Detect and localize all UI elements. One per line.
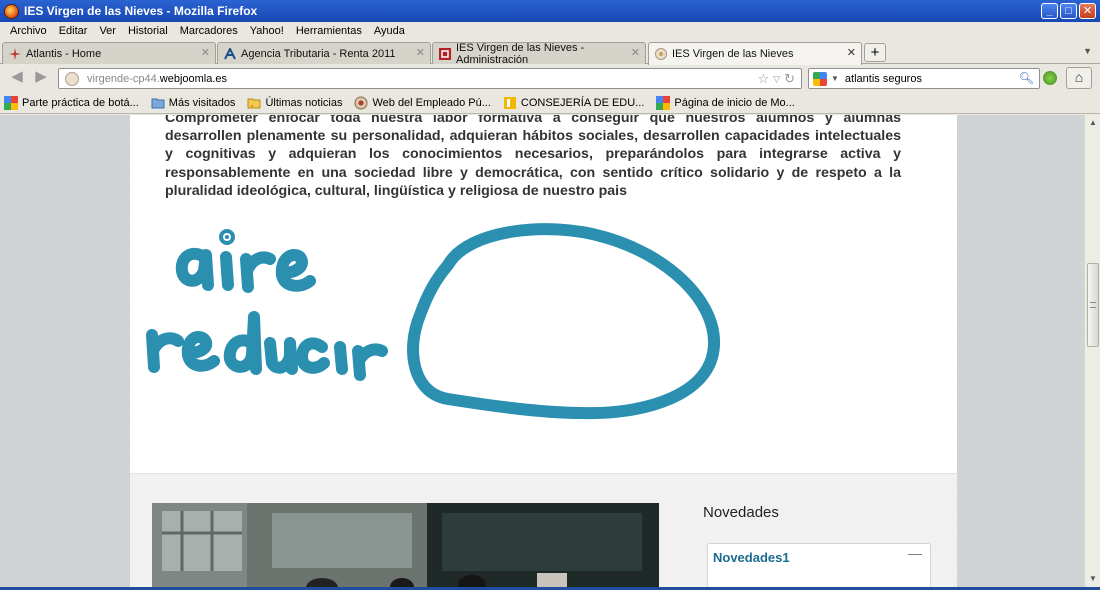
navigation-bar: ◀ ▶ virgende-cp44. webjoomla.es ☆ ▽ ↻ ▼ a… xyxy=(0,64,1100,92)
close-tab-icon[interactable]: ✕ xyxy=(201,46,210,59)
ink-strokes xyxy=(146,223,721,420)
close-tab-icon[interactable]: ✕ xyxy=(631,46,640,59)
grip-icon xyxy=(1090,302,1096,308)
page-content: Comprometer enfocar toda nuestra labor f… xyxy=(130,115,957,587)
close-tab-icon[interactable]: ✕ xyxy=(847,46,856,59)
news-module: Novedades1 — xyxy=(707,543,931,587)
bookmark-label: Últimas noticias xyxy=(265,96,343,109)
tab-agencia-tributaria[interactable]: Agencia Tributaria - Renta 2011 ✕ xyxy=(217,42,431,64)
classroom-photo[interactable] xyxy=(152,503,659,587)
consejeria-icon xyxy=(503,96,516,109)
bookmark-label: CONSEJERÍA DE EDU... xyxy=(520,96,645,109)
bookmark-parte-practica[interactable]: Parte práctica de botá... xyxy=(4,95,139,110)
bookmark-label: Página de inicio de Mo... xyxy=(674,96,795,109)
scroll-up-icon[interactable]: ▲ xyxy=(1087,117,1099,129)
window-title: IES Virgen de las Nieves - Mozilla Firef… xyxy=(24,4,258,18)
tab-bar: Atlantis - Home ✕ Agencia Tributaria - R… xyxy=(0,40,1100,66)
ink-u xyxy=(264,337,298,375)
bookmark-label: Parte práctica de botá... xyxy=(22,96,139,109)
ink-r2 xyxy=(146,329,184,373)
menu-archivo[interactable]: Archivo xyxy=(4,25,53,37)
tab-label: Atlantis - Home xyxy=(26,47,102,60)
url-prefix: virgende-cp44. xyxy=(87,72,160,85)
home-button[interactable]: ⌂ xyxy=(1066,67,1092,89)
ink-a1 xyxy=(175,247,214,291)
ink-r3 xyxy=(352,343,388,381)
google-icon xyxy=(656,95,671,110)
bookmark-pagina-inicio[interactable]: Página de inicio de Mo... xyxy=(656,95,795,110)
scroll-down-icon[interactable]: ▼ xyxy=(1087,573,1099,585)
joomla-icon xyxy=(439,47,451,60)
dropdown-arrow-icon[interactable]: ▽ xyxy=(773,71,780,87)
forward-button[interactable]: ▶ xyxy=(32,69,50,87)
new-tab-button[interactable]: + xyxy=(864,43,886,62)
mission-paragraph: Comprometer enfocar toda nuestra labor f… xyxy=(165,115,901,199)
tab-atlantis[interactable]: Atlantis - Home ✕ xyxy=(2,42,216,64)
maximize-button[interactable]: □ xyxy=(1060,3,1077,19)
tab-label: IES Virgen de las Nieves - Administració… xyxy=(456,41,585,66)
close-button[interactable]: ✕ xyxy=(1079,3,1096,19)
ink-i-dot xyxy=(219,229,235,245)
menu-ver[interactable]: Ver xyxy=(93,25,122,37)
google-icon xyxy=(4,95,18,110)
ink-c xyxy=(296,337,330,374)
close-tab-icon[interactable]: ✕ xyxy=(416,46,425,59)
ink-d xyxy=(223,311,262,375)
news-heading: Novedades xyxy=(703,504,779,521)
menu-yahoo[interactable]: Yahoo! xyxy=(244,25,290,37)
menu-ayuda[interactable]: Ayuda xyxy=(368,25,411,37)
handwriting-drawing xyxy=(146,223,721,420)
site-identity-icon[interactable] xyxy=(65,71,79,86)
bookmark-label: Más visitados xyxy=(168,96,236,109)
reload-icon[interactable]: ↻ xyxy=(784,71,795,87)
page-viewport: Comprometer enfocar toda nuestra labor f… xyxy=(0,115,1084,587)
address-bar[interactable]: virgende-cp44. webjoomla.es ☆ ▽ ↻ xyxy=(58,68,802,89)
search-engine-dropdown-icon[interactable]: ▼ xyxy=(831,74,839,83)
ink-e xyxy=(275,249,316,292)
collapse-icon[interactable]: — xyxy=(908,545,922,561)
bookmark-consejeria[interactable]: CONSEJERÍA DE EDU... xyxy=(503,96,644,110)
bookmark-star-icon[interactable]: ☆ xyxy=(758,71,770,87)
tab-list-icon[interactable]: ▼ xyxy=(1083,46,1092,56)
back-button[interactable]: ◀ xyxy=(8,69,26,87)
tab-ies-virgen[interactable]: IES Virgen de las Nieves ✕ xyxy=(648,42,862,65)
folder-icon xyxy=(151,98,165,108)
module-title[interactable]: Novedades1 xyxy=(713,550,790,565)
search-magnifier-icon[interactable]: 🔍︎ xyxy=(1019,71,1034,85)
url-domain: webjoomla.es xyxy=(159,72,228,85)
window-titlebar: IES Virgen de las Nieves - Mozilla Firef… xyxy=(0,0,1100,22)
tab-label: IES Virgen de las Nieves xyxy=(672,48,794,60)
site-icon xyxy=(655,48,667,60)
tab-label: Agencia Tributaria - Renta 2011 xyxy=(241,47,396,60)
ink-e2 xyxy=(181,331,220,372)
search-input[interactable]: atlantis seguros xyxy=(845,73,922,85)
firefox-logo-icon xyxy=(4,3,19,19)
bookmark-mas-visitados[interactable]: Más visitados xyxy=(151,96,236,110)
ink-i xyxy=(220,251,234,291)
atlantis-icon xyxy=(9,47,21,60)
bookmarks-toolbar: Parte práctica de botá... Más visitados … xyxy=(0,92,1100,114)
ink-i2 xyxy=(334,341,348,375)
rss-folder-icon xyxy=(247,98,261,108)
menu-herramientas[interactable]: Herramientas xyxy=(290,25,368,37)
menu-editar[interactable]: Editar xyxy=(53,25,94,37)
agencia-tributaria-icon xyxy=(224,47,236,59)
ink-r xyxy=(240,251,276,293)
vertical-scrollbar[interactable]: ▲ ▼ xyxy=(1084,115,1100,587)
addon-icon[interactable] xyxy=(1043,71,1057,85)
bookmark-ultimas-noticias[interactable]: Últimas noticias xyxy=(247,96,342,110)
bookmark-label: Web del Empleado Pú... xyxy=(372,96,491,109)
bookmark-web-empleado[interactable]: Web del Empleado Pú... xyxy=(354,96,491,110)
search-bar[interactable]: ▼ atlantis seguros 🔍︎ xyxy=(808,68,1040,89)
menu-bar: Archivo Editar Ver Historial Marcadores … xyxy=(0,22,1100,40)
menu-historial[interactable]: Historial xyxy=(122,25,174,37)
tab-administracion[interactable]: IES Virgen de las Nieves - Administració… xyxy=(432,41,646,66)
web-icon xyxy=(354,96,368,109)
minimize-button[interactable]: _ xyxy=(1041,3,1058,19)
scrollbar-thumb[interactable] xyxy=(1087,263,1099,347)
ink-circle xyxy=(407,223,721,420)
google-search-engine-icon[interactable] xyxy=(813,71,827,86)
menu-marcadores[interactable]: Marcadores xyxy=(174,25,244,37)
